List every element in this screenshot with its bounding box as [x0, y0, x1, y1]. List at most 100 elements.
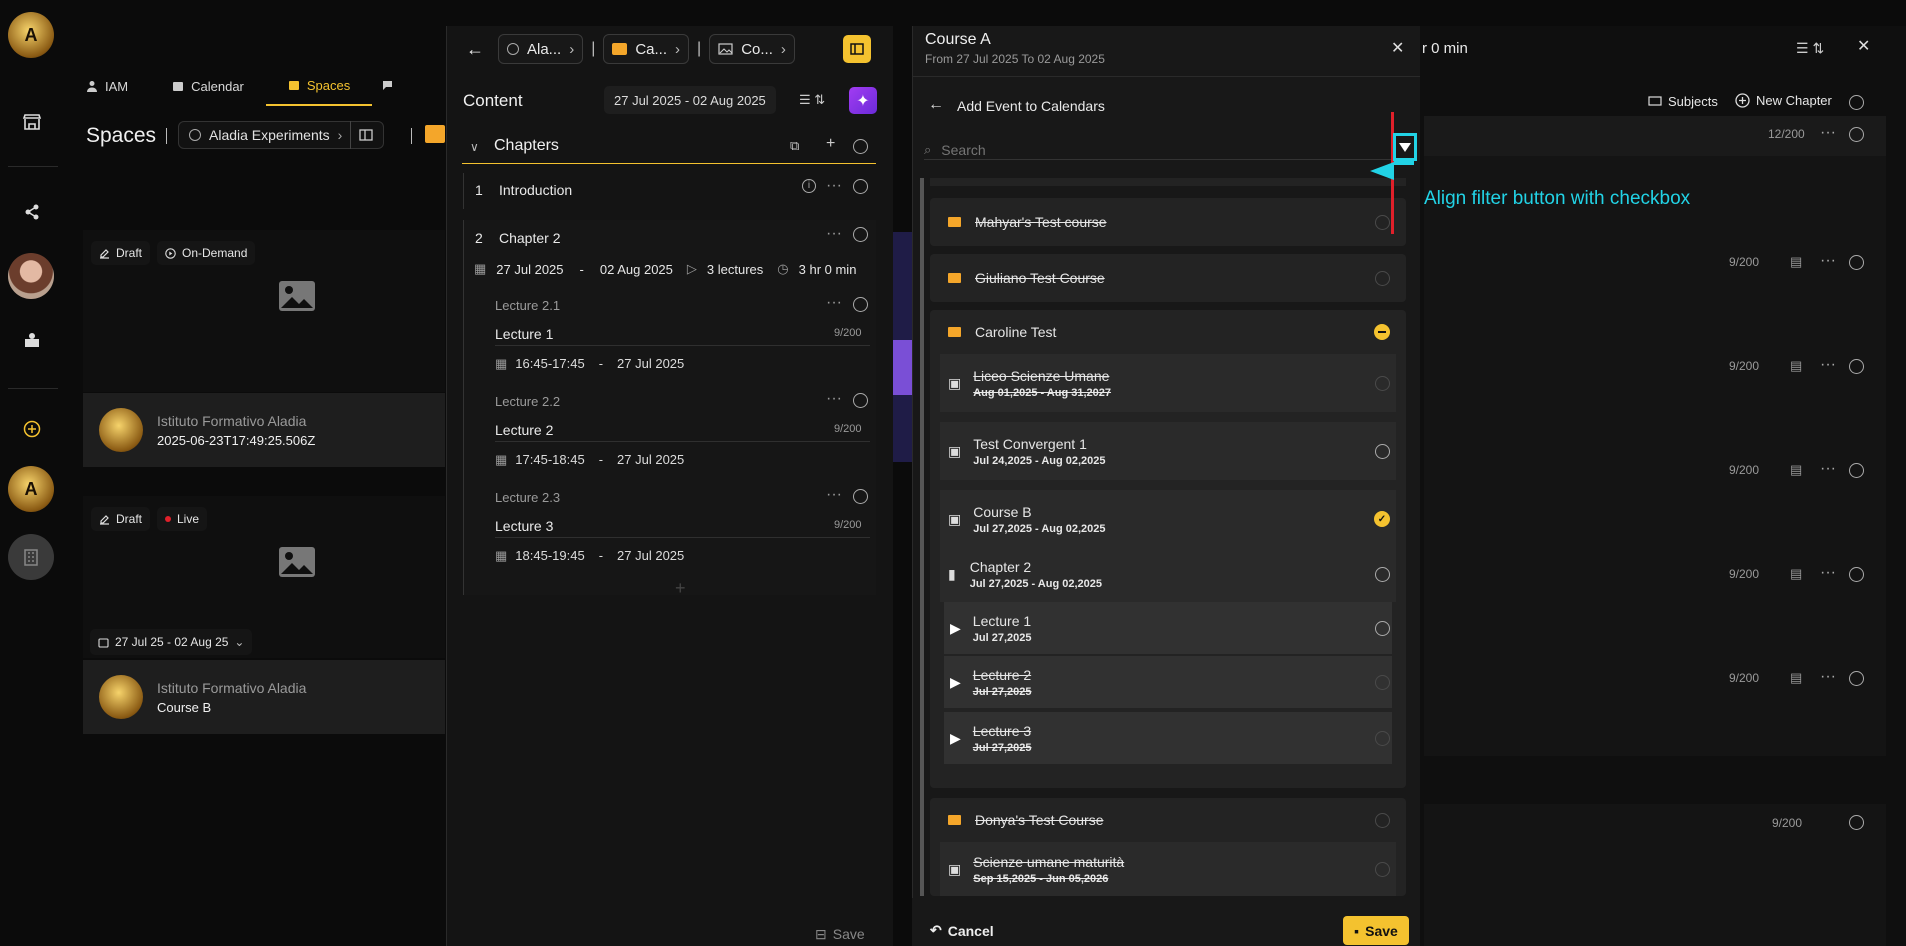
row-checkbox[interactable] — [1849, 567, 1864, 582]
content-save-button[interactable]: ⊟ Save — [815, 926, 865, 943]
crumb-folder[interactable]: Ca... › — [603, 34, 690, 64]
institute-row[interactable]: Istituto Formativo Aladia Course B — [83, 660, 445, 734]
calendar-item-lecture[interactable]: ▶ Lecture 2 Jul 27,2025 — [944, 656, 1392, 708]
chapter-checkbox[interactable] — [853, 179, 868, 194]
new-chapter-button[interactable]: New Chapter — [1735, 93, 1832, 108]
file-icon[interactable]: ▤ — [1790, 462, 1802, 478]
breadcrumb-space[interactable]: Aladia Experiments › — [178, 121, 385, 149]
item-checkbox[interactable] — [1375, 375, 1390, 391]
save-button[interactable]: ▪ Save — [1343, 916, 1409, 945]
calendar-item-chapter[interactable]: ▮ Chapter 2 Jul 27,2025 - Aug 02,2025 — [940, 546, 1396, 602]
item-checkbox[interactable] — [1375, 674, 1390, 690]
lecture-checkbox[interactable] — [853, 393, 868, 408]
chevron-down-icon[interactable]: ∨ — [470, 140, 479, 154]
file-icon[interactable]: ▤ — [1790, 670, 1802, 686]
close-icon[interactable]: ✕ — [1857, 36, 1870, 56]
content-date-range[interactable]: 27 Jul 2025 - 02 Aug 2025 — [604, 86, 776, 114]
calendar-item-course[interactable]: ▣ Test Convergent 1 Jul 24,2025 - Aug 02… — [940, 422, 1396, 480]
calendar-item-folder[interactable]: Mahyar's Test course — [930, 198, 1406, 246]
back-arrow-icon[interactable]: ← — [460, 39, 490, 60]
institute-row[interactable]: Istituto Formativo Aladia 2025-06-23T17:… — [83, 393, 445, 467]
item-checkbox[interactable] — [1375, 620, 1390, 636]
lecture-name[interactable]: Lecture 2 — [495, 422, 553, 438]
tab-iam[interactable]: IAM — [64, 66, 150, 106]
add-lecture-icon[interactable]: + — [675, 578, 686, 599]
file-icon[interactable]: ▤ — [1790, 358, 1802, 374]
more-icon[interactable]: ··· — [1820, 124, 1836, 142]
sort-icon[interactable]: ☰ ⇅ — [1796, 40, 1824, 57]
lecture-checkbox[interactable] — [853, 297, 868, 312]
subjects-icon[interactable]: ⧉ — [790, 138, 799, 154]
store-icon[interactable] — [18, 108, 46, 136]
checked-checkbox[interactable]: ✓ — [1374, 511, 1390, 527]
more-icon[interactable]: ··· — [1820, 668, 1836, 686]
calendar-item-lecture[interactable]: ▶ Lecture 3 Jul 27,2025 — [944, 712, 1392, 764]
info-icon[interactable]: i — [802, 179, 816, 193]
share-icon[interactable] — [18, 198, 46, 226]
workspace-building[interactable] — [8, 534, 54, 580]
file-icon[interactable]: ▤ — [1790, 254, 1802, 270]
item-checkbox[interactable] — [1375, 566, 1390, 582]
app-logo[interactable]: A — [8, 12, 54, 58]
select-all-checkbox[interactable] — [1849, 95, 1864, 110]
partial-checkbox[interactable] — [1374, 324, 1390, 340]
item-checkbox[interactable] — [1375, 214, 1390, 230]
scroll-track[interactable] — [920, 178, 924, 896]
date-range-dropdown[interactable]: 27 Jul 25 - 02 Aug 25 ⌄ — [90, 629, 253, 655]
item-checkbox[interactable] — [1375, 861, 1390, 877]
lecture-checkbox[interactable] — [853, 489, 868, 504]
lecture-name[interactable]: Lecture 3 — [495, 518, 553, 534]
calendar-item-course[interactable]: ▣ Course B Jul 27,2025 - Aug 02,2025 ✓ — [940, 490, 1396, 548]
calendar-item-lecture[interactable]: ▶ Lecture 1 Jul 27,2025 — [944, 602, 1392, 654]
search-input[interactable] — [941, 141, 1342, 158]
more-icon[interactable]: ··· — [1820, 460, 1836, 478]
row-checkbox[interactable] — [1849, 671, 1864, 686]
file-icon[interactable]: ▤ — [1790, 566, 1802, 582]
chapter-checkbox[interactable] — [853, 227, 868, 242]
chapters-checkbox[interactable] — [853, 139, 868, 154]
calendar-item-folder[interactable]: Caroline Test — [930, 310, 1406, 354]
subjects-button[interactable]: Subjects — [1648, 94, 1718, 109]
search-bar: ⌕ — [924, 140, 1404, 160]
crumb-course[interactable]: Co... › — [709, 34, 795, 64]
item-checkbox[interactable] — [1375, 730, 1390, 746]
calendar-item-course[interactable]: ▣ Liceo Scienze Umane Aug 01,2025 - Aug … — [940, 354, 1396, 412]
more-icon[interactable]: ··· — [1820, 564, 1836, 582]
cancel-button[interactable]: ↶ Cancel — [930, 922, 994, 939]
close-icon[interactable]: ✕ — [1391, 38, 1404, 58]
more-icon[interactable]: ··· — [826, 486, 842, 504]
sort-icon[interactable]: ☰ ⇅ — [799, 92, 825, 108]
ai-magic-button[interactable]: ✦ — [849, 87, 877, 114]
row-checkbox[interactable] — [1849, 255, 1864, 270]
item-name: Lecture 2 — [972, 666, 1032, 683]
item-checkbox[interactable] — [1375, 270, 1390, 286]
item-checkbox[interactable] — [1375, 443, 1390, 459]
more-icon[interactable]: ··· — [826, 390, 842, 408]
more-icon[interactable]: ··· — [826, 177, 842, 195]
crumb-space[interactable]: Ala... › — [498, 34, 584, 64]
back-arrow-icon[interactable]: ← — [928, 96, 944, 114]
item-checkbox[interactable] — [1375, 812, 1390, 828]
more-icon[interactable]: ··· — [826, 225, 842, 243]
workspace-aladia[interactable]: A — [8, 466, 54, 512]
tab-calendar[interactable]: Calendar — [150, 66, 266, 106]
add-icon[interactable]: + — [826, 135, 835, 153]
lecture-name[interactable]: Lecture 1 — [495, 326, 553, 342]
calendar-item-course[interactable]: ▣ Scienze umane maturità Sep 15,2025 - J… — [940, 842, 1396, 896]
row-checkbox[interactable] — [1849, 815, 1864, 830]
tab-chat[interactable] — [372, 66, 418, 106]
user-avatar[interactable] — [8, 253, 54, 299]
row-checkbox[interactable] — [1849, 127, 1864, 142]
tab-spaces[interactable]: Spaces — [265, 66, 373, 106]
learning-icon[interactable] — [18, 326, 46, 354]
row-checkbox[interactable] — [1849, 359, 1864, 374]
more-icon[interactable]: ··· — [826, 294, 842, 312]
more-icon[interactable]: ··· — [1820, 252, 1836, 270]
calendar-item-folder[interactable]: Donya's Test Course — [930, 798, 1406, 842]
sidebar-toggle-button[interactable] — [842, 35, 871, 63]
more-icon[interactable]: ··· — [1820, 356, 1836, 374]
row-checkbox[interactable] — [1849, 463, 1864, 478]
filter-button[interactable] — [1393, 133, 1417, 161]
add-circle-icon[interactable] — [18, 415, 46, 443]
calendar-item-folder[interactable]: Giuliano Test Course — [930, 254, 1406, 302]
